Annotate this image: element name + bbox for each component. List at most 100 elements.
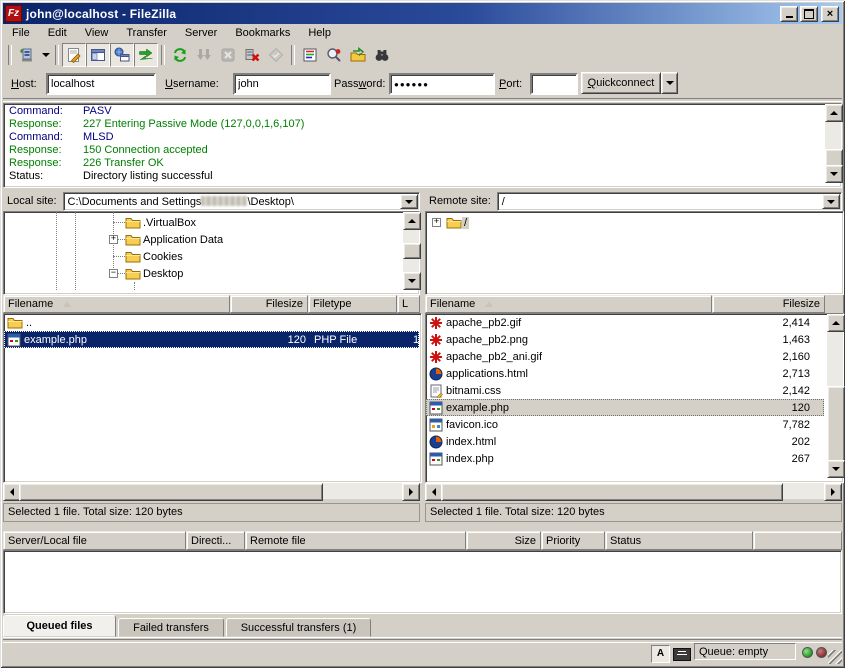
toggle-message-log-button[interactable]: [62, 43, 86, 67]
maximize-button[interactable]: [800, 6, 818, 22]
remote-row[interactable]: index.php 267: [426, 450, 824, 467]
scroll-down-button[interactable]: [827, 460, 845, 478]
queue-body[interactable]: [3, 550, 842, 614]
quickconnect-dropdown[interactable]: [661, 72, 678, 94]
synchronized-browsing-button[interactable]: [346, 43, 370, 67]
menu-transfer[interactable]: Transfer: [117, 25, 176, 41]
tree-expander-plus[interactable]: +: [109, 235, 118, 244]
remote-file-list[interactable]: apache_pb2.gif 2,414 apache_pb2.png 1,46…: [425, 313, 844, 483]
local-file-list[interactable]: .. example.php 120 PHP File 1: [3, 313, 422, 483]
tree-expander-plus[interactable]: +: [432, 218, 441, 227]
toggle-local-tree-button[interactable]: [86, 43, 110, 67]
scroll-right-button[interactable]: [402, 483, 420, 501]
remote-row[interactable]: apache_pb2_ani.gif 2,160: [426, 348, 824, 365]
toggle-transfer-queue-button[interactable]: [134, 43, 158, 67]
scroll-thumb[interactable]: [441, 483, 783, 501]
remote-row[interactable]: bitnami.css 2,142: [426, 382, 824, 399]
directory-filter-button[interactable]: [298, 43, 322, 67]
binoculars-icon: [374, 47, 390, 63]
toggle-remote-tree-button[interactable]: [110, 43, 134, 67]
column-last-modified[interactable]: L: [397, 295, 420, 313]
message-log[interactable]: Command:PASV Response:227 Entering Passi…: [3, 103, 842, 188]
column-filename[interactable]: Filename: [425, 295, 712, 313]
username-input[interactable]: [233, 73, 331, 95]
tab-failed-transfers[interactable]: Failed transfers: [118, 618, 224, 637]
disconnect-button[interactable]: [240, 43, 264, 67]
column-filetype[interactable]: Filetype: [308, 295, 397, 313]
resize-grip[interactable]: [828, 650, 842, 664]
local-row-parent[interactable]: ..: [4, 314, 421, 331]
port-input[interactable]: [530, 73, 578, 95]
scroll-down-button[interactable]: [403, 272, 421, 290]
column-priority[interactable]: Priority: [541, 531, 605, 550]
column-server-local-file[interactable]: Server/Local file: [3, 531, 186, 550]
host-input[interactable]: [46, 73, 156, 95]
process-queue-button[interactable]: [192, 43, 216, 67]
close-button[interactable]: ×: [821, 6, 839, 22]
column-filesize[interactable]: Filesize: [230, 295, 308, 313]
tab-successful-transfers[interactable]: Successful transfers (1): [226, 618, 371, 637]
scroll-thumb[interactable]: [19, 483, 323, 501]
scroll-up-button[interactable]: [827, 314, 845, 332]
reconnect-button[interactable]: [264, 43, 288, 67]
remote-row[interactable]: applications.html 2,713: [426, 365, 824, 382]
remote-row[interactable]: index.html 202: [426, 433, 824, 450]
remote-row[interactable]: apache_pb2.gif 2,414: [426, 314, 824, 331]
sort-ascending-icon: [485, 301, 493, 307]
remote-row[interactable]: apache_pb2.png 1,463: [426, 331, 824, 348]
site-manager-button[interactable]: [15, 43, 39, 67]
tree-expander-minus[interactable]: −: [109, 269, 118, 278]
remote-list-scrollbar[interactable]: [827, 314, 843, 478]
find-files-button[interactable]: [370, 43, 394, 67]
scroll-thumb[interactable]: [827, 386, 845, 462]
log-scrollbar[interactable]: [825, 104, 841, 183]
menu-view[interactable]: View: [76, 25, 118, 41]
refresh-icon: [172, 47, 188, 63]
scroll-up-button[interactable]: [403, 212, 421, 230]
column-status[interactable]: Status: [605, 531, 753, 550]
local-path: C:\Documents and Settings\Desktop\: [64, 193, 419, 210]
column-size[interactable]: Size: [466, 531, 541, 550]
scroll-right-button[interactable]: [824, 483, 842, 501]
site-manager-dropdown[interactable]: [39, 44, 52, 66]
menu-server[interactable]: Server: [176, 25, 226, 41]
tab-queued-files[interactable]: Queued files: [3, 615, 116, 637]
minimize-button[interactable]: [780, 6, 798, 22]
remote-tree[interactable]: + /: [425, 211, 844, 295]
tree-item-desktop[interactable]: Desktop: [125, 265, 185, 282]
cancel-button[interactable]: [216, 43, 240, 67]
column-filesize[interactable]: Filesize: [712, 295, 825, 313]
tree-item-root[interactable]: /: [446, 214, 469, 231]
column-direction[interactable]: Directi...: [186, 531, 245, 550]
scroll-down-button[interactable]: [825, 165, 843, 183]
remote-row-selected[interactable]: example.php 120: [426, 399, 824, 416]
remote-hscrollbar[interactable]: [425, 483, 842, 499]
combobox-dropdown[interactable]: [400, 194, 418, 209]
quickconnect-button[interactable]: Quickconnect: [581, 72, 661, 94]
refresh-button[interactable]: [168, 43, 192, 67]
local-tree[interactable]: .VirtualBox + Application Data Cookies −…: [3, 211, 420, 295]
password-input[interactable]: [389, 73, 495, 95]
local-tree-scrollbar[interactable]: [403, 212, 419, 290]
local-tree-icon: [90, 47, 106, 63]
remote-site-combobox[interactable]: /: [497, 192, 842, 211]
local-row-example-php[interactable]: example.php 120 PHP File 1: [4, 331, 419, 348]
directory-comparison-button[interactable]: [322, 43, 346, 67]
combobox-dropdown[interactable]: [822, 194, 840, 209]
tree-item-application-data[interactable]: Application Data: [125, 231, 225, 248]
scroll-up-button[interactable]: [825, 104, 843, 122]
column-filename[interactable]: Filename: [3, 295, 230, 313]
local-hscrollbar[interactable]: [3, 483, 420, 499]
menu-help[interactable]: Help: [299, 25, 340, 41]
menu-edit[interactable]: Edit: [39, 25, 76, 41]
css-file-icon: [429, 384, 443, 398]
remote-row[interactable]: favicon.ico 7,782: [426, 416, 824, 433]
local-site-combobox[interactable]: C:\Documents and Settings\Desktop\: [63, 192, 420, 211]
tree-item-cookies[interactable]: Cookies: [125, 248, 185, 265]
local-site-label: Local site:: [3, 192, 63, 211]
scroll-thumb[interactable]: [403, 243, 421, 259]
column-remote-file[interactable]: Remote file: [245, 531, 466, 550]
menu-bookmarks[interactable]: Bookmarks: [226, 25, 299, 41]
tree-item-virtualbox[interactable]: .VirtualBox: [125, 214, 198, 231]
menu-file[interactable]: File: [3, 25, 39, 41]
